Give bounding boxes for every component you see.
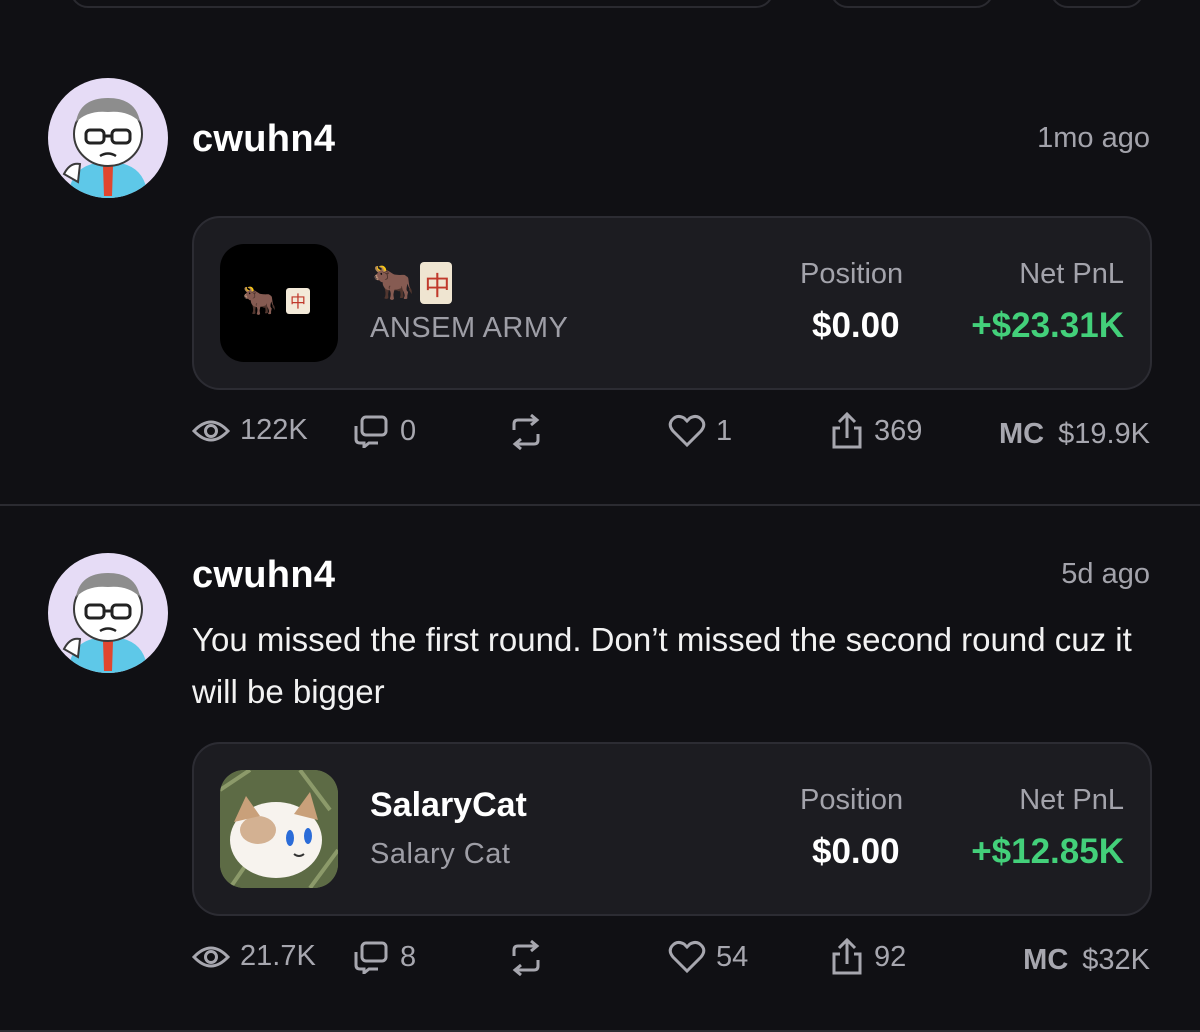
- position-value: $0.00: [812, 832, 900, 871]
- token-position-card[interactable]: SalaryCat Salary Cat Position $0.00 Net …: [192, 742, 1152, 916]
- views-metric[interactable]: 21.7K: [192, 940, 316, 973]
- mc-value: $19.9K: [1058, 418, 1150, 450]
- likes-count: 54: [716, 940, 749, 973]
- market-cap: MC $19.9K: [999, 418, 1150, 451]
- comments-button[interactable]: 0: [352, 414, 416, 448]
- mc-label: MC: [998, 418, 1045, 450]
- heart-icon: [668, 940, 706, 974]
- svg-text:中: 中: [290, 292, 306, 311]
- repost-button[interactable]: [508, 414, 544, 450]
- like-button[interactable]: 1: [668, 414, 732, 448]
- svg-text:🐂: 🐂: [242, 284, 277, 317]
- share-button[interactable]: 369: [830, 412, 922, 450]
- share-button[interactable]: 92: [830, 938, 906, 976]
- shares-count: 369: [874, 414, 923, 447]
- username[interactable]: cwuhn4: [192, 118, 335, 161]
- avatar[interactable]: [48, 553, 168, 673]
- views-count: 21.7K: [240, 940, 316, 972]
- post-time: 5d ago: [1061, 558, 1150, 590]
- repost-icon: [512, 414, 540, 450]
- position-label: Position: [800, 784, 904, 816]
- comment-icon: [354, 941, 388, 974]
- avatar[interactable]: [48, 78, 168, 198]
- username[interactable]: cwuhn4: [192, 554, 335, 597]
- likes-count: 1: [716, 414, 733, 447]
- token-name: 🐂 🀄 中: [372, 258, 453, 308]
- token-name: SalaryCat: [370, 786, 527, 824]
- comments-button[interactable]: 8: [352, 940, 416, 974]
- repost-icon: [512, 940, 540, 976]
- mc-label: MC: [1023, 944, 1069, 976]
- views-count: 122K: [240, 414, 308, 446]
- views-metric[interactable]: 122K: [192, 414, 308, 447]
- market-cap: MC $32K: [1023, 944, 1150, 977]
- comments-count: 8: [400, 940, 417, 973]
- ox-icon: 🐂: [372, 264, 415, 302]
- token-position-card[interactable]: 🐂 中 🐂 🀄 中 ANSEM ARMY Position $0.00 Net …: [192, 216, 1152, 390]
- pnl-label: Net PnL: [1019, 258, 1124, 290]
- pnl-value: +$23.31K: [971, 306, 1124, 345]
- pnl-label: Net PnL: [1019, 784, 1124, 816]
- repost-button[interactable]: [508, 940, 544, 976]
- like-button[interactable]: 54: [668, 940, 748, 974]
- token-image: 🐂 中: [220, 244, 338, 362]
- mc-value: $32K: [1082, 944, 1150, 976]
- eye-icon: [192, 420, 230, 441]
- position-label: Position: [800, 258, 904, 290]
- feed-post: cwuhn4 5d ago You missed the first round…: [0, 506, 1200, 1032]
- mahjong-icon: 🀄 中: [420, 262, 453, 304]
- token-image: [220, 770, 338, 888]
- share-icon: [832, 938, 862, 975]
- heart-icon: [668, 414, 706, 448]
- comments-count: 0: [400, 414, 417, 447]
- pnl-value: +$12.85K: [971, 832, 1124, 871]
- eye-icon: [192, 946, 230, 967]
- share-icon: [832, 412, 862, 449]
- post-time: 1mo ago: [1037, 122, 1150, 154]
- token-subtitle: ANSEM ARMY: [370, 312, 569, 344]
- position-value: $0.00: [812, 306, 900, 345]
- shares-count: 92: [874, 940, 907, 973]
- feed-post: cwuhn4 1mo ago 🐂 中 🐂 🀄 中 ANSEM ARMY Posi…: [0, 0, 1200, 506]
- post-message: You missed the first round. Don’t missed…: [192, 621, 1132, 710]
- token-subtitle: Salary Cat: [370, 838, 511, 870]
- comment-icon: [354, 415, 388, 448]
